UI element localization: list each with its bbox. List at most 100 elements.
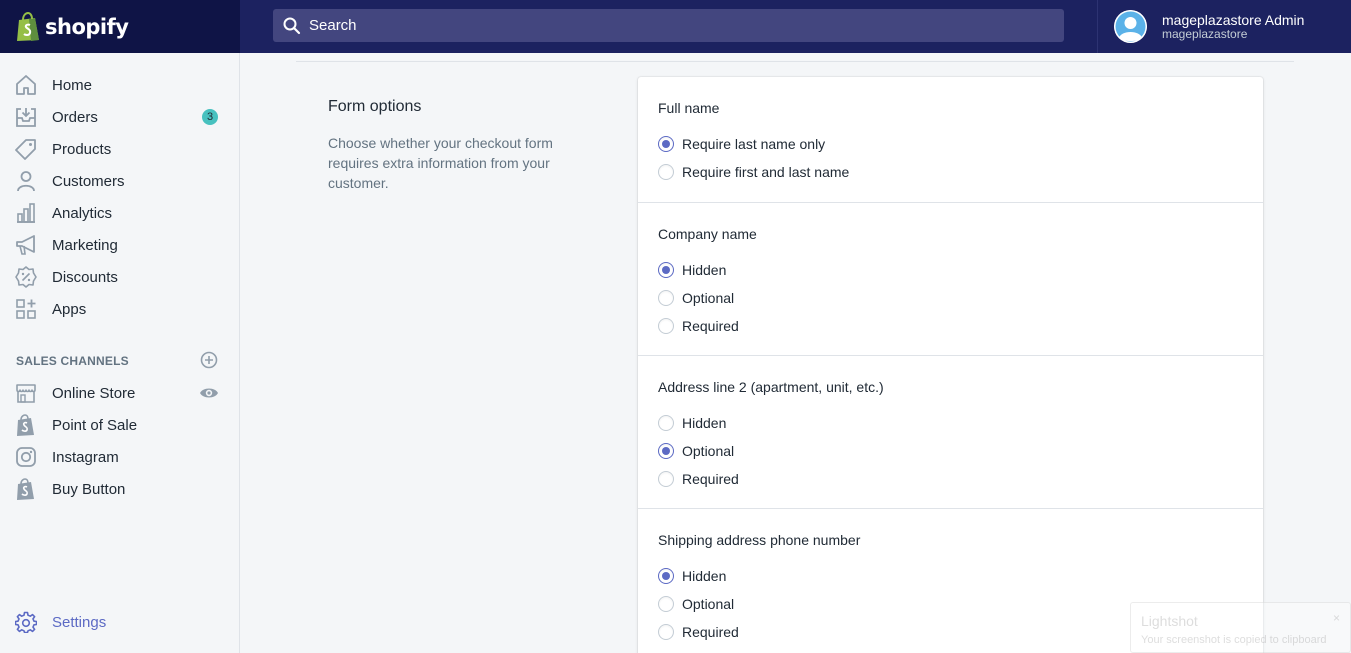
- avatar[interactable]: [1114, 10, 1147, 43]
- bar-chart-icon: [17, 203, 35, 223]
- home-icon: [16, 75, 36, 95]
- company-name-title: Company name: [658, 226, 757, 242]
- store-icon: [16, 384, 36, 403]
- sidebar-item-products[interactable]: Products: [0, 133, 239, 165]
- shipping-phone-title: Shipping address phone number: [658, 532, 861, 548]
- radio-button[interactable]: [658, 568, 674, 584]
- sidebar-item-apps[interactable]: Apps: [0, 293, 239, 325]
- shopify-bag-icon: [17, 478, 34, 500]
- radio-button[interactable]: [658, 290, 674, 306]
- instagram-icon: [16, 447, 36, 467]
- add-sales-channel-icon[interactable]: [200, 351, 218, 369]
- user-avatar-icon: [1114, 10, 1147, 43]
- shopify-logo[interactable]: shopify: [0, 0, 240, 53]
- sidebar-item-label: Home: [52, 76, 93, 94]
- sidebar-item-label: Instagram: [52, 448, 119, 466]
- sidebar-item-orders[interactable]: Orders 3: [0, 101, 239, 133]
- sidebar-item-label: Products: [52, 140, 112, 158]
- person-icon: [17, 171, 35, 192]
- radio-label: Hidden: [682, 568, 727, 584]
- sidebar: Home Orders 3 Products Customers Analyti…: [0, 53, 240, 653]
- sidebar-item-label: Settings: [52, 613, 107, 631]
- shopify-bag-icon: [17, 414, 34, 436]
- radio-label: Optional: [682, 290, 735, 306]
- radio-label: Require first and last name: [682, 164, 850, 180]
- radio-option[interactable]: Optional: [658, 594, 734, 614]
- user-name: mageplazastore Admin: [1162, 11, 1305, 28]
- radio-option[interactable]: Hidden: [658, 566, 726, 586]
- sidebar-item-label: Buy Button: [52, 480, 126, 498]
- sales-channels-heading: SALES CHANNELS: [16, 354, 129, 368]
- radio-option[interactable]: Optional: [658, 288, 734, 308]
- sidebar-item-buy-button[interactable]: Buy Button: [0, 473, 239, 505]
- radio-label: Hidden: [682, 415, 727, 431]
- sidebar-item-home[interactable]: Home: [0, 69, 239, 101]
- form-options-heading: Form options: [328, 98, 422, 115]
- user-menu[interactable]: mageplazastore Admin mageplazastore: [1097, 0, 1351, 53]
- radio-button[interactable]: [658, 596, 674, 612]
- form-options-card: Full name Require last name only Require…: [638, 77, 1263, 653]
- radio-option[interactable]: Required: [658, 622, 739, 642]
- eye-icon[interactable]: [199, 384, 219, 402]
- search-input[interactable]: Search: [309, 17, 357, 34]
- orders-icon: [16, 108, 36, 127]
- radio-button[interactable]: [658, 136, 674, 152]
- radio-option[interactable]: Optional: [658, 441, 734, 461]
- sidebar-item-marketing[interactable]: Marketing: [0, 229, 239, 261]
- user-store: mageplazastore: [1162, 26, 1248, 41]
- sidebar-item-online-store[interactable]: Online Store: [0, 377, 239, 409]
- discount-icon: [15, 266, 37, 288]
- apps-icon: [16, 299, 36, 319]
- close-icon[interactable]: ×: [1333, 611, 1340, 625]
- sidebar-item-label: Orders: [52, 108, 98, 126]
- radio-button[interactable]: [658, 262, 674, 278]
- search-bar[interactable]: Search: [273, 9, 1064, 42]
- shopify-bag-icon: [17, 11, 39, 41]
- radio-label: Required: [682, 624, 739, 640]
- sidebar-item-label: Analytics: [52, 204, 113, 222]
- top-bar: shopify Search mageplazastore Admin mage…: [0, 0, 1351, 53]
- sidebar-item-discounts[interactable]: Discounts: [0, 261, 239, 293]
- sidebar-item-analytics[interactable]: Analytics: [0, 197, 239, 229]
- sidebar-item-point-of-sale[interactable]: Point of Sale: [0, 409, 239, 441]
- divider: [296, 61, 1294, 62]
- main-content: Form options Choose whether your checkou…: [240, 53, 1351, 653]
- radio-label: Hidden: [682, 262, 727, 278]
- gear-icon: [15, 611, 37, 633]
- radio-button[interactable]: [658, 471, 674, 487]
- radio-label: Required: [682, 318, 739, 334]
- radio-button[interactable]: [658, 624, 674, 640]
- radio-option[interactable]: Required: [658, 469, 739, 489]
- sidebar-item-label: Customers: [52, 172, 125, 190]
- radio-option[interactable]: Required: [658, 316, 739, 336]
- address-line-2-section: Address line 2 (apartment, unit, etc.) H…: [638, 355, 1263, 508]
- radio-button[interactable]: [658, 443, 674, 459]
- sidebar-item-instagram[interactable]: Instagram: [0, 441, 239, 473]
- sidebar-item-label: Point of Sale: [52, 416, 138, 434]
- radio-option[interactable]: Hidden: [658, 260, 726, 280]
- sidebar-item-label: Online Store: [52, 384, 136, 402]
- radio-option[interactable]: Hidden: [658, 413, 726, 433]
- radio-button[interactable]: [658, 318, 674, 334]
- toast-body: Your screenshot is copied to clipboard: [1141, 634, 1327, 646]
- address-line-2-title: Address line 2 (apartment, unit, etc.): [658, 379, 884, 395]
- sidebar-item-settings[interactable]: Settings: [0, 606, 239, 638]
- lightshot-toast[interactable]: Lightshot Your screenshot is copied to c…: [1130, 602, 1351, 653]
- radio-option[interactable]: Require first and last name: [658, 162, 849, 182]
- radio-label: Optional: [682, 596, 735, 612]
- megaphone-icon: [16, 235, 35, 255]
- sidebar-item-customers[interactable]: Customers: [0, 165, 239, 197]
- toast-title: Lightshot: [1141, 613, 1198, 629]
- shopify-wordmark: shopify: [45, 14, 129, 39]
- radio-label: Require last name only: [682, 136, 826, 152]
- radio-button[interactable]: [658, 164, 674, 180]
- radio-option[interactable]: Require last name only: [658, 134, 825, 154]
- radio-button[interactable]: [658, 415, 674, 431]
- full-name-section: Full name Require last name only Require…: [638, 77, 1263, 202]
- tag-icon: [15, 139, 36, 160]
- full-name-title: Full name: [658, 100, 720, 116]
- radio-label: Optional: [682, 443, 735, 459]
- sidebar-item-label: Discounts: [52, 268, 118, 286]
- radio-label: Required: [682, 471, 739, 487]
- sidebar-item-label: Marketing: [52, 236, 118, 254]
